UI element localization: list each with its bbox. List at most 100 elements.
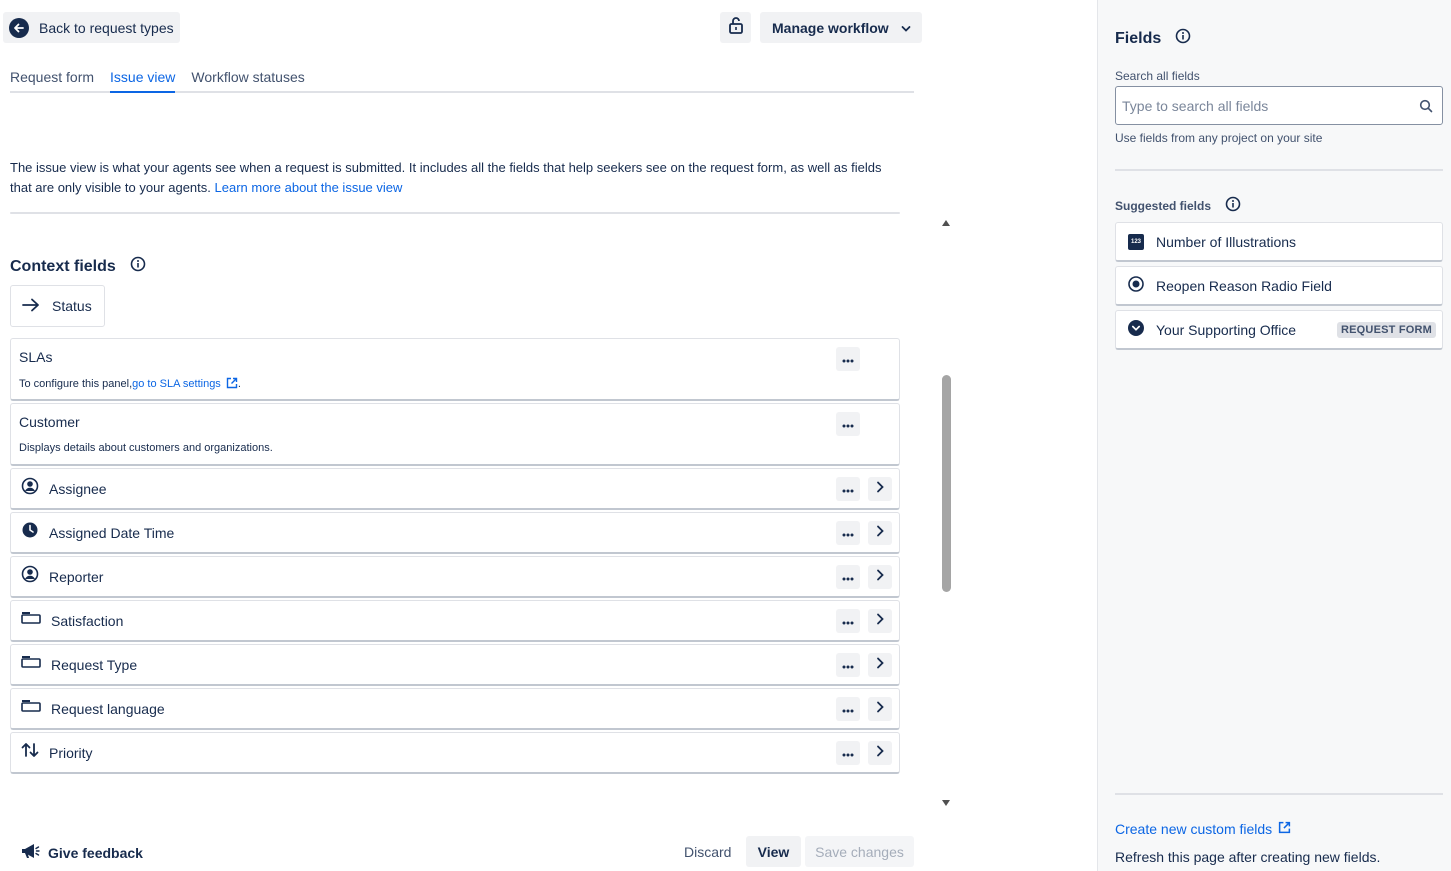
status-label: Status <box>52 298 92 314</box>
chevron-down-icon <box>901 20 911 36</box>
arrow-left-icon <box>9 17 29 38</box>
expand-button[interactable] <box>868 653 892 677</box>
more-icon <box>842 415 854 433</box>
more-actions-button[interactable] <box>836 741 860 765</box>
expand-button[interactable] <box>868 565 892 589</box>
more-icon <box>842 350 854 368</box>
info-icon[interactable] <box>1175 28 1191 49</box>
chevron-right-icon <box>876 700 884 718</box>
more-actions-button[interactable] <box>836 609 860 633</box>
fields-title: Fields <box>1115 29 1162 47</box>
more-actions-button[interactable] <box>836 347 860 371</box>
tab-request-form[interactable]: Request form <box>10 66 94 93</box>
field-label: Priority <box>49 744 93 761</box>
expand-button[interactable] <box>868 697 892 721</box>
manage-workflow-button[interactable]: Manage workflow <box>760 12 922 43</box>
field-label: Assigned Date Time <box>49 524 175 541</box>
give-feedback-label: Give feedback <box>48 844 143 861</box>
more-actions-button[interactable] <box>836 521 860 545</box>
expand-button[interactable] <box>868 521 892 545</box>
number-field-icon: 123 <box>1128 233 1144 250</box>
text-field-icon <box>21 611 41 630</box>
tab-issue-view[interactable]: Issue view <box>110 66 176 93</box>
back-to-request-types-button[interactable]: Back to request types <box>3 12 180 43</box>
scrollbar-thumb[interactable] <box>942 375 951 592</box>
arrow-right-icon <box>22 298 40 315</box>
field-row-reporter[interactable]: Reporter <box>10 556 900 598</box>
suggested-field-your-supporting-office[interactable]: Your Supporting Office REQUEST FORM <box>1115 310 1443 350</box>
number-icon-text: 123 <box>1130 238 1141 245</box>
suggested-field-number-of-illustrations[interactable]: 123 Number of Illustrations <box>1115 222 1443 262</box>
radio-icon <box>1128 276 1144 295</box>
scroll-up-arrow-icon[interactable] <box>941 214 951 232</box>
more-actions-button[interactable] <box>836 477 860 501</box>
more-icon <box>842 700 854 718</box>
suggested-field-label: Your Supporting Office <box>1156 321 1297 338</box>
customer-title: Customer <box>19 414 80 430</box>
status-field[interactable]: Status <box>10 285 105 327</box>
create-link-label: Create new custom fields <box>1115 821 1273 837</box>
more-actions-button[interactable] <box>836 653 860 677</box>
suggested-field-label: Number of Illustrations <box>1156 233 1297 250</box>
field-label: Assignee <box>49 480 107 497</box>
request-form-badge: REQUEST FORM <box>1336 322 1436 338</box>
expand-button[interactable] <box>868 477 892 501</box>
fields-sidebar: Fields Search all fields Use fields from… <box>1097 0 1451 871</box>
divider <box>1115 169 1443 171</box>
field-row-priority[interactable]: Priority <box>10 732 900 774</box>
give-feedback-button[interactable]: Give feedback <box>20 842 143 863</box>
suggested-field-reopen-reason[interactable]: Reopen Reason Radio Field <box>1115 266 1443 306</box>
scroll-down-arrow-icon[interactable] <box>941 794 951 812</box>
field-row-satisfaction[interactable]: Satisfaction <box>10 600 900 642</box>
search-field[interactable] <box>1115 86 1443 125</box>
manage-workflow-label: Manage workflow <box>772 19 889 36</box>
sla-settings-link[interactable]: go to SLA settings <box>132 378 221 390</box>
chevron-right-icon <box>876 612 884 630</box>
suggested-fields-title: Suggested fields <box>1115 198 1212 213</box>
customer-panel: Customer Displays details about customer… <box>10 403 900 466</box>
field-label: Request language <box>51 700 165 717</box>
more-icon <box>842 744 854 762</box>
more-icon <box>842 656 854 674</box>
discard-button[interactable]: Discard <box>676 836 739 867</box>
field-row-assignee[interactable]: Assignee <box>10 468 900 510</box>
field-row-request-type[interactable]: Request Type <box>10 644 900 686</box>
text-field-icon <box>21 655 41 674</box>
more-icon <box>842 568 854 586</box>
slas-description: To configure this panel,go to SLA settin… <box>19 377 241 392</box>
slas-panel: SLAs To configure this panel,go to SLA s… <box>10 338 900 401</box>
expand-button[interactable] <box>868 741 892 765</box>
page: Back to request types Manage workflow Re… <box>0 0 1451 871</box>
more-actions-button[interactable] <box>836 412 860 436</box>
info-icon[interactable] <box>130 256 146 277</box>
refresh-note: Refresh this page after creating new fie… <box>1115 849 1381 865</box>
view-button[interactable]: View <box>746 836 801 867</box>
more-actions-button[interactable] <box>836 565 860 589</box>
field-label: Request Type <box>51 656 138 673</box>
more-actions-button[interactable] <box>836 697 860 721</box>
context-fields-heading: Context fields <box>10 256 146 277</box>
unlock-icon <box>728 16 744 39</box>
main-panel: Back to request types Manage workflow Re… <box>0 0 1097 871</box>
field-row-request-language[interactable]: Request language <box>10 688 900 730</box>
dropdown-circle-icon <box>1128 320 1144 339</box>
customer-description: Displays details about customers and org… <box>19 442 273 454</box>
learn-more-link[interactable]: Learn more about the issue view <box>215 180 403 195</box>
create-custom-fields-link[interactable]: Create new custom fields <box>1115 821 1291 837</box>
search-label: Search all fields <box>1115 69 1200 83</box>
field-label: Reporter <box>49 568 104 585</box>
more-icon <box>842 480 854 498</box>
search-icon[interactable] <box>1419 99 1433 118</box>
tab-bar: Request form Issue view Workflow statuse… <box>10 66 914 93</box>
tab-workflow-statuses[interactable]: Workflow statuses <box>191 66 304 93</box>
external-link-icon <box>1278 821 1291 837</box>
priority-arrows-icon <box>21 742 39 763</box>
expand-button[interactable] <box>868 609 892 633</box>
save-changes-button[interactable]: Save changes <box>805 836 914 867</box>
info-icon[interactable] <box>1225 196 1241 215</box>
search-input[interactable] <box>1122 95 1412 117</box>
field-row-assigned-date-time[interactable]: Assigned Date Time <box>10 512 900 554</box>
clock-icon <box>21 521 39 544</box>
fields-heading: Fields <box>1115 28 1191 49</box>
unlock-button[interactable] <box>720 12 751 43</box>
